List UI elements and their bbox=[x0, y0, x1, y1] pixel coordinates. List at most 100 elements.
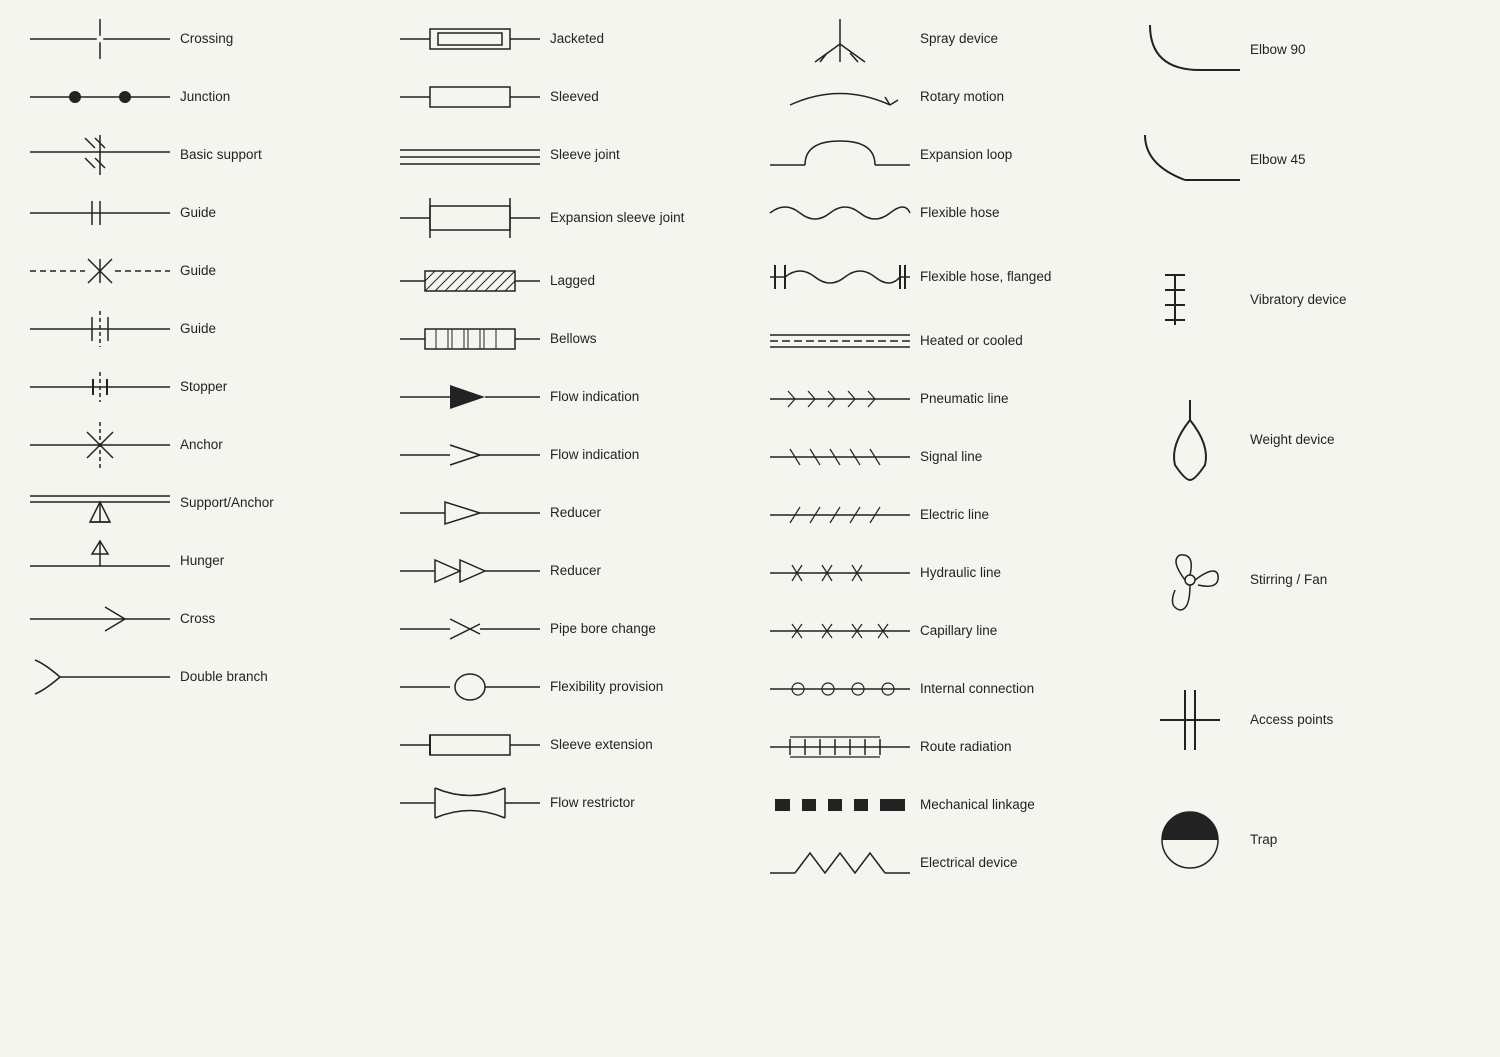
label-double-branch: Double branch bbox=[180, 668, 390, 686]
symbol-hydraulic-line bbox=[760, 548, 920, 598]
symbol-sleeve-extension bbox=[390, 720, 550, 770]
label-mechanical-linkage: Mechanical linkage bbox=[920, 796, 1130, 814]
row-elbow-45: Elbow 45 bbox=[1130, 120, 1500, 200]
row-expansion-sleeve-joint: Expansion sleeve joint bbox=[390, 184, 760, 252]
label-electrical-device: Electrical device bbox=[920, 854, 1130, 872]
symbol-junction bbox=[20, 72, 180, 122]
symbol-vibratory-device bbox=[1130, 275, 1250, 325]
row-flow-indication2: Flow indication bbox=[390, 426, 760, 484]
label-stirring-fan: Stirring / Fan bbox=[1250, 571, 1500, 589]
row-capillary-line: Capillary line bbox=[760, 602, 1130, 660]
label-signal-line: Signal line bbox=[920, 448, 1130, 466]
row-expansion-loop: Expansion loop bbox=[760, 126, 1130, 184]
symbol-hunger bbox=[20, 536, 180, 586]
label-stopper: Stopper bbox=[180, 378, 390, 396]
row-elbow-90: Elbow 90 bbox=[1130, 10, 1500, 90]
label-pneumatic-line: Pneumatic line bbox=[920, 390, 1130, 408]
label-crossing: Crossing bbox=[180, 30, 390, 48]
label-guide1: Guide bbox=[180, 204, 390, 222]
row-pneumatic-line: Pneumatic line bbox=[760, 370, 1130, 428]
column-1: Crossing Junction bbox=[20, 10, 390, 1047]
row-hydraulic-line: Hydraulic line bbox=[760, 544, 1130, 602]
symbol-reducer2 bbox=[390, 546, 550, 596]
label-flexible-hose-flanged: Flexible hose, flanged bbox=[920, 268, 1130, 286]
symbol-elbow-90 bbox=[1130, 25, 1250, 75]
label-flow-restrictor: Flow restrictor bbox=[550, 794, 760, 812]
label-route-radiation: Route radiation bbox=[920, 738, 1130, 756]
row-flow-indication1: Flow indication bbox=[390, 368, 760, 426]
row-internal-connection: Internal connection bbox=[760, 660, 1130, 718]
row-spray-device: Spray device bbox=[760, 10, 1130, 68]
row-double-branch: Double branch bbox=[20, 648, 390, 706]
symbol-lagged bbox=[390, 256, 550, 306]
row-cross: Cross bbox=[20, 590, 390, 648]
symbol-crossing bbox=[20, 14, 180, 64]
symbol-flexible-hose-flanged bbox=[760, 252, 920, 302]
symbol-double-branch bbox=[20, 652, 180, 702]
row-support-anchor: Support/Anchor bbox=[20, 474, 390, 532]
row-flexibility-provision: Flexibility provision bbox=[390, 658, 760, 716]
row-stopper: Stopper bbox=[20, 358, 390, 416]
row-jacketed: Jacketed bbox=[390, 10, 760, 68]
symbol-guide2 bbox=[20, 246, 180, 296]
row-stirring-fan: Stirring / Fan bbox=[1130, 540, 1500, 620]
row-basic-support: Basic support bbox=[20, 126, 390, 184]
label-vibratory-device: Vibratory device bbox=[1250, 291, 1500, 309]
label-flow-indication1: Flow indication bbox=[550, 388, 760, 406]
page: Crossing Junction bbox=[0, 0, 1500, 1057]
symbol-stirring-fan bbox=[1130, 555, 1250, 605]
label-spray-device: Spray device bbox=[920, 30, 1130, 48]
label-flexibility-provision: Flexibility provision bbox=[550, 678, 760, 696]
row-access-points: Access points bbox=[1130, 670, 1500, 770]
column-2: Jacketed Sleeved Sleeve jo bbox=[390, 10, 760, 1047]
symbol-support-anchor bbox=[20, 478, 180, 528]
row-anchor: Anchor bbox=[20, 416, 390, 474]
symbol-pipe-bore-change bbox=[390, 604, 550, 654]
symbol-bellows bbox=[390, 314, 550, 364]
symbol-guide3 bbox=[20, 304, 180, 354]
symbol-flow-restrictor bbox=[390, 778, 550, 828]
symbol-jacketed bbox=[390, 14, 550, 64]
symbol-sleeved bbox=[390, 72, 550, 122]
row-sleeve-joint: Sleeve joint bbox=[390, 126, 760, 184]
label-flexible-hose: Flexible hose bbox=[920, 204, 1130, 222]
row-vibratory-device: Vibratory device bbox=[1130, 260, 1500, 340]
column-3: Spray device Rotary motion bbox=[760, 10, 1130, 1047]
row-electric-line: Electric line bbox=[760, 486, 1130, 544]
row-hunger: Hunger bbox=[20, 532, 390, 590]
label-cross: Cross bbox=[180, 610, 390, 628]
label-heated-or-cooled: Heated or cooled bbox=[920, 332, 1130, 350]
symbol-basic-support bbox=[20, 130, 180, 180]
label-rotary-motion: Rotary motion bbox=[920, 88, 1130, 106]
symbol-mechanical-linkage bbox=[760, 780, 920, 830]
label-expansion-sleeve-joint: Expansion sleeve joint bbox=[550, 209, 760, 227]
label-elbow-90: Elbow 90 bbox=[1250, 41, 1500, 59]
label-pipe-bore-change: Pipe bore change bbox=[550, 620, 760, 638]
label-elbow-45: Elbow 45 bbox=[1250, 151, 1500, 169]
label-bellows: Bellows bbox=[550, 330, 760, 348]
label-reducer2: Reducer bbox=[550, 562, 760, 580]
symbol-pneumatic-line bbox=[760, 374, 920, 424]
label-capillary-line: Capillary line bbox=[920, 622, 1130, 640]
symbol-route-radiation bbox=[760, 722, 920, 772]
symbol-electrical-device bbox=[760, 838, 920, 888]
symbol-weight-device bbox=[1130, 415, 1250, 465]
symbol-sleeve-joint bbox=[390, 130, 550, 180]
row-bellows: Bellows bbox=[390, 310, 760, 368]
row-sleeved: Sleeved bbox=[390, 68, 760, 126]
symbol-internal-connection bbox=[760, 664, 920, 714]
row-mechanical-linkage: Mechanical linkage bbox=[760, 776, 1130, 834]
label-guide3: Guide bbox=[180, 320, 390, 338]
label-sleeve-joint: Sleeve joint bbox=[550, 146, 760, 164]
row-signal-line: Signal line bbox=[760, 428, 1130, 486]
row-route-radiation: Route radiation bbox=[760, 718, 1130, 776]
row-guide3: Guide bbox=[20, 300, 390, 358]
label-trap: Trap bbox=[1250, 831, 1500, 849]
row-electrical-device: Electrical device bbox=[760, 834, 1130, 892]
label-internal-connection: Internal connection bbox=[920, 680, 1130, 698]
row-flow-restrictor: Flow restrictor bbox=[390, 774, 760, 832]
label-sleeved: Sleeved bbox=[550, 88, 760, 106]
symbol-capillary-line bbox=[760, 606, 920, 656]
row-flexible-hose-flanged: Flexible hose, flanged bbox=[760, 242, 1130, 312]
label-anchor: Anchor bbox=[180, 436, 390, 454]
